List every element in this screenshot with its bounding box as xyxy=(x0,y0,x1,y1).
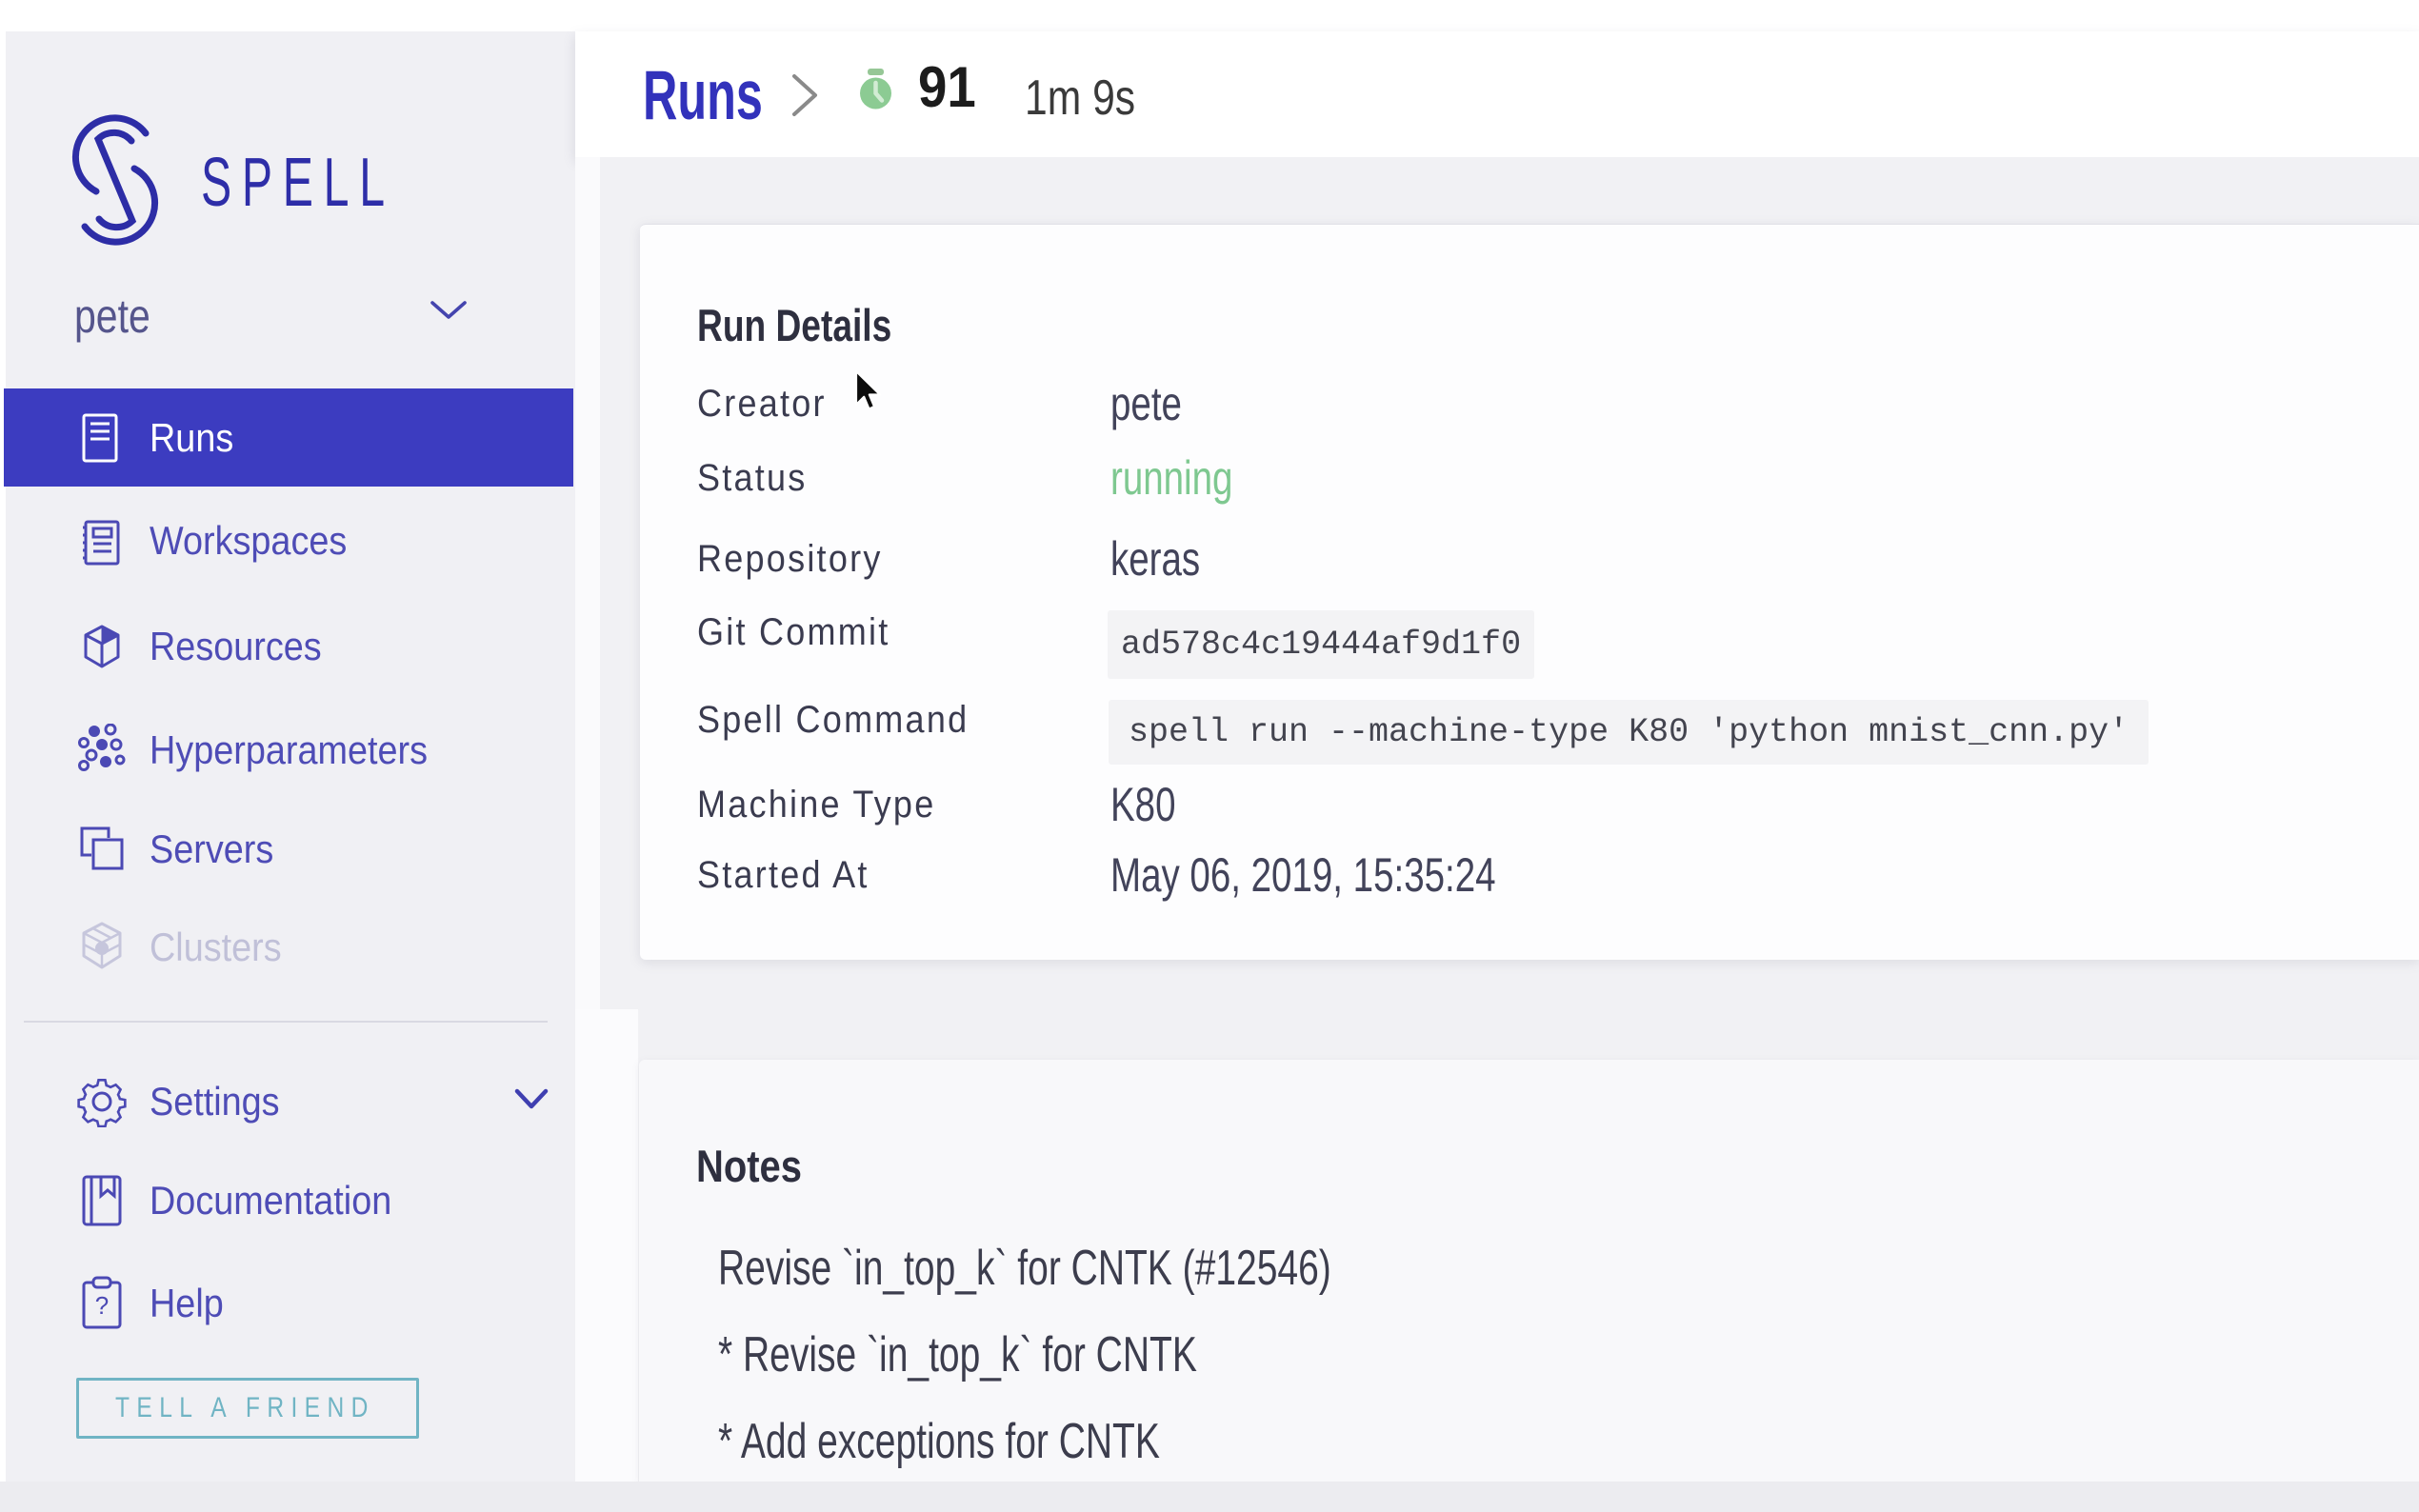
svg-text:?: ? xyxy=(95,1291,109,1320)
